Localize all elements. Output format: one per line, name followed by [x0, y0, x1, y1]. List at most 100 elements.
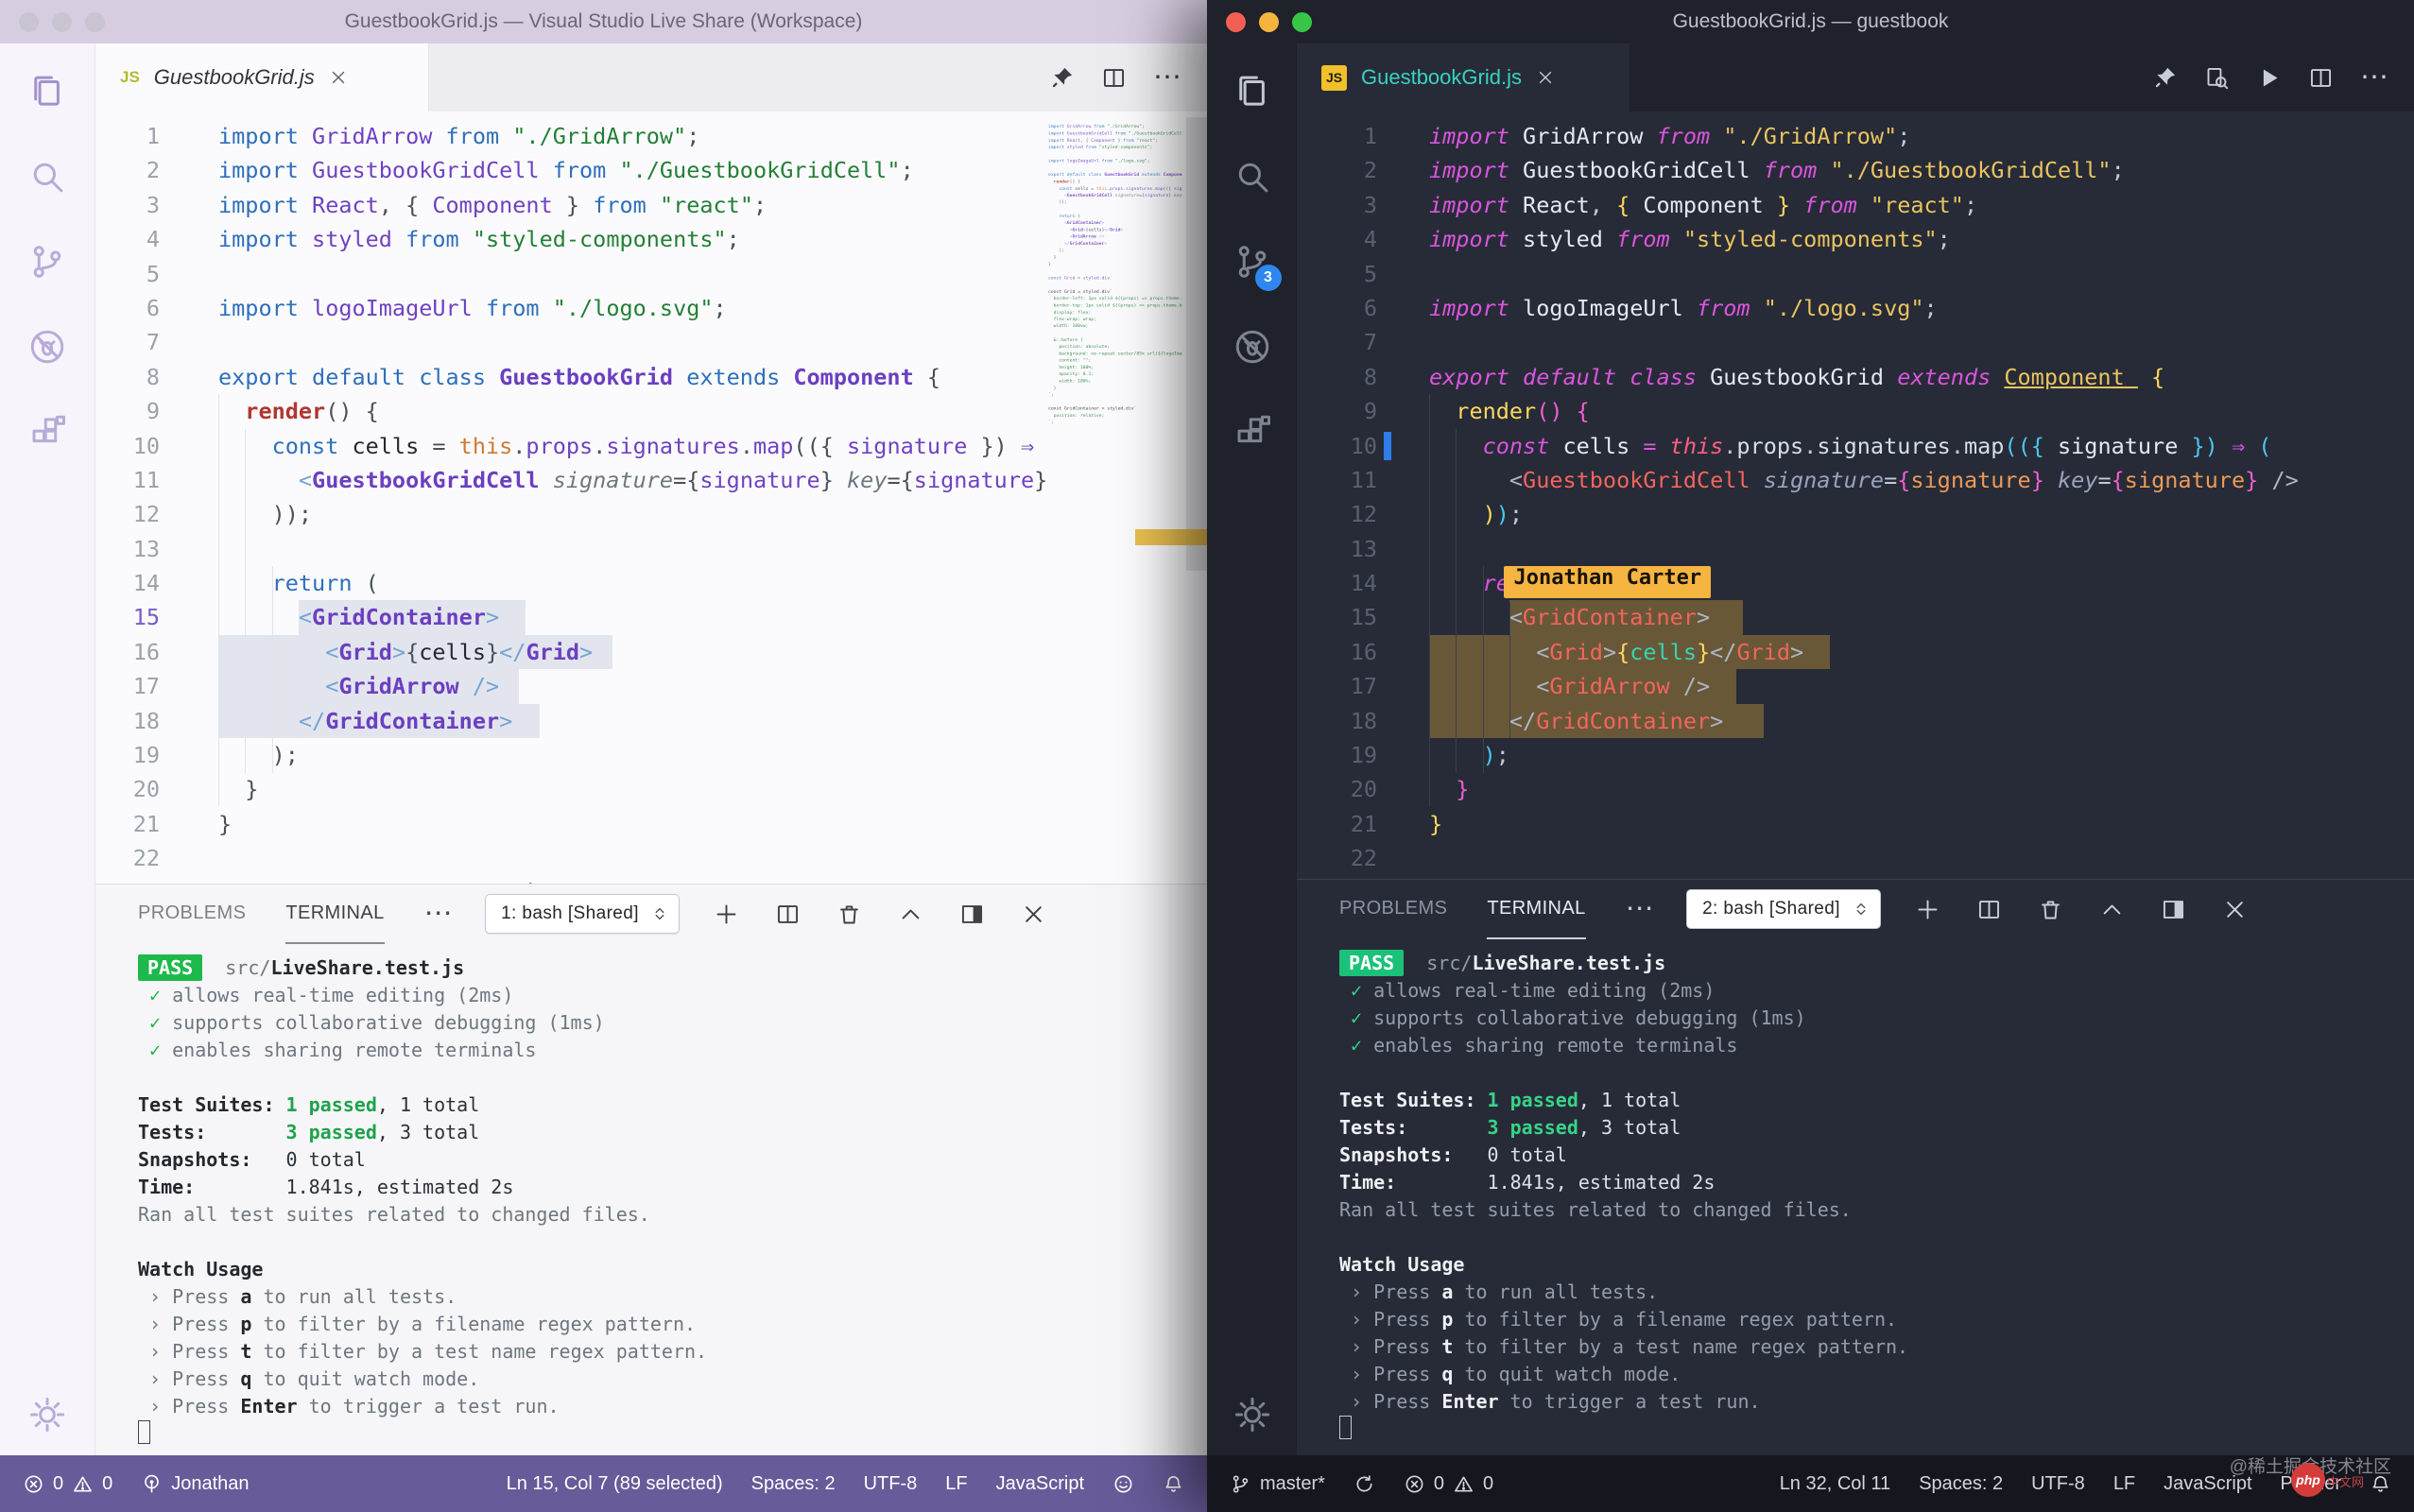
panel-tab-terminal[interactable]: TERMINAL [285, 884, 384, 944]
explorer-icon[interactable] [1233, 72, 1272, 112]
line-number[interactable]: 5 [95, 257, 218, 291]
line-number[interactable]: 20 [1297, 772, 1429, 806]
code-line[interactable]: <Grid>{cells}</Grid> [1429, 635, 2414, 669]
split-terminal-icon[interactable] [1976, 897, 2002, 922]
line-number[interactable]: 23 [1297, 876, 1429, 879]
line-number[interactable]: 6 [95, 291, 218, 325]
indentation-setting[interactable]: Spaces: 2 [751, 1473, 836, 1495]
editor-scrollbar[interactable] [1186, 117, 1207, 571]
editor-gutter[interactable]: 1234567891011121314151617181920212223 [1297, 112, 1429, 879]
code-line[interactable] [1429, 257, 2414, 291]
code-line[interactable]: <GridContainer> [218, 600, 1207, 634]
line-number[interactable]: 13 [1297, 532, 1429, 566]
feedback-smiley-icon[interactable] [1112, 1473, 1134, 1495]
code-line[interactable]: ); [1429, 738, 2414, 772]
terminal-output[interactable]: PASS src/LiveShare.test.js ✓ allows real… [95, 943, 1207, 1455]
line-number[interactable]: 21 [1297, 807, 1429, 841]
code-line[interactable] [218, 841, 1207, 875]
line-number[interactable]: 15 [95, 600, 218, 634]
code-line[interactable]: )); [1429, 497, 2414, 531]
code-line[interactable]: <GridArrow /> [1429, 669, 2414, 703]
line-number[interactable]: 19 [1297, 738, 1429, 772]
code-line[interactable]: } [218, 772, 1207, 806]
line-number[interactable]: 21 [95, 807, 218, 841]
problems-status[interactable]: 0 0 [1404, 1473, 1493, 1495]
code-line[interactable] [1429, 325, 2414, 359]
explorer-icon[interactable] [27, 72, 67, 112]
panel-more-icon[interactable]: ⋯ [424, 907, 453, 920]
eol-setting[interactable]: LF [945, 1473, 967, 1495]
minimize-window-button[interactable] [52, 12, 72, 32]
line-number[interactable]: 3 [1297, 188, 1429, 222]
run-icon[interactable] [2256, 65, 2282, 91]
source-control-icon[interactable] [27, 242, 67, 282]
line-number[interactable]: 17 [1297, 669, 1429, 703]
maximize-panel-icon[interactable] [898, 902, 923, 927]
line-number[interactable]: 8 [1297, 360, 1429, 394]
code-line[interactable]: ); [218, 738, 1207, 772]
close-window-button[interactable] [19, 12, 39, 32]
close-tab-icon[interactable] [329, 68, 348, 87]
line-number[interactable]: 12 [1297, 497, 1429, 531]
pin-icon[interactable] [1049, 65, 1075, 91]
close-panel-icon[interactable] [2222, 897, 2248, 922]
code-line[interactable]: } [1429, 772, 2414, 806]
encoding[interactable]: UTF-8 [864, 1473, 918, 1495]
kill-terminal-icon[interactable] [836, 902, 862, 927]
line-number[interactable]: 5 [1297, 257, 1429, 291]
line-number[interactable]: 12 [95, 497, 218, 531]
line-number[interactable]: 4 [95, 222, 218, 256]
git-branch-status[interactable]: master* [1230, 1473, 1325, 1495]
line-number[interactable]: 11 [1297, 463, 1429, 497]
line-number[interactable]: 22 [95, 841, 218, 875]
tab-guestbookgrid[interactable]: JS GuestbookGrid.js [95, 43, 429, 112]
settings-gear-icon[interactable] [1233, 1395, 1272, 1435]
code-line[interactable]: const cells = this.props.signatures.map(… [1429, 429, 2414, 463]
code-line[interactable]: export default class GuestbookGrid exten… [1429, 360, 2414, 394]
code-line[interactable]: const Grid = styled.div` [218, 876, 1207, 884]
more-actions-icon[interactable]: ⋯ [1153, 68, 1182, 87]
line-number[interactable]: 14 [95, 566, 218, 600]
line-number[interactable]: 11 [95, 463, 218, 497]
split-terminal-icon[interactable] [775, 902, 801, 927]
line-number[interactable]: 10 [95, 429, 218, 463]
code-line[interactable]: const Grid = styled.div` [1429, 876, 2414, 879]
line-number[interactable]: 18 [1297, 704, 1429, 738]
line-number[interactable]: 14 [1297, 566, 1429, 600]
line-number[interactable]: 23 [95, 876, 218, 884]
line-number[interactable]: 16 [1297, 635, 1429, 669]
settings-gear-icon[interactable] [27, 1395, 67, 1435]
editor-gutter[interactable]: 1234567891011121314151617181920212223 [95, 112, 218, 884]
code-line[interactable]: import GuestbookGridCell from "./Guestbo… [1429, 153, 2414, 187]
move-panel-icon[interactable] [2161, 897, 2186, 922]
close-panel-icon[interactable] [1021, 902, 1046, 927]
line-number[interactable]: 7 [1297, 325, 1429, 359]
extensions-icon[interactable] [27, 412, 67, 452]
terminal-select[interactable]: 2: bash [Shared] [1686, 889, 1881, 929]
terminal-select[interactable]: 1: bash [Shared] [485, 894, 680, 934]
minimap[interactable]: import GridArrow from "./GridArrow";impo… [1048, 123, 1182, 558]
language-mode[interactable]: JavaScript [996, 1473, 1084, 1495]
code-line[interactable] [1429, 532, 2414, 566]
line-number[interactable]: 20 [95, 772, 218, 806]
search-icon[interactable] [1233, 157, 1272, 197]
line-number[interactable]: 8 [95, 360, 218, 394]
split-editor-icon[interactable] [2308, 65, 2334, 91]
code-editor[interactable]: 1234567891011121314151617181920212223 im… [1297, 112, 2414, 879]
tab-guestbookgrid[interactable]: JS GuestbookGrid.js [1297, 43, 1629, 112]
line-number[interactable]: 10 [1297, 429, 1429, 463]
panel-tab-problems[interactable]: PROBLEMS [1339, 879, 1447, 939]
cursor-position[interactable]: Ln 32, Col 11 [1780, 1473, 1891, 1495]
split-editor-icon[interactable] [1101, 65, 1127, 91]
code-line[interactable]: import logoImageUrl from "./logo.svg"; [1429, 291, 2414, 325]
code-line[interactable]: <Grid>{cells}</Grid> [218, 635, 1207, 669]
problems-status[interactable]: 0 0 [23, 1473, 112, 1495]
extensions-icon[interactable] [1233, 412, 1272, 452]
line-number[interactable]: 1 [95, 119, 218, 153]
code-line[interactable]: import GridArrow from "./GridArrow"; [1429, 119, 2414, 153]
close-tab-icon[interactable] [1536, 68, 1555, 87]
line-number[interactable]: 13 [95, 532, 218, 566]
code-line[interactable]: import React, { Component } from "react"… [1429, 188, 2414, 222]
code-line[interactable]: </GridContainer> [1429, 704, 2414, 738]
panel-tab-terminal[interactable]: TERMINAL [1487, 879, 1585, 939]
